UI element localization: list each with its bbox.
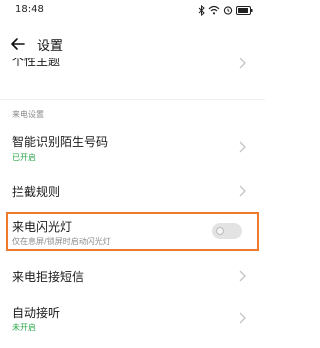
list-item-title: 个性主题 [12, 58, 61, 68]
list-item-title: 来电拒接短信 [12, 270, 85, 284]
list-item-title: 智能识别陌生号码 [12, 135, 109, 149]
list-item-personal-theme[interactable]: 个性主题 [0, 58, 265, 74]
header: 设置 [0, 30, 265, 58]
wifi-icon [208, 5, 220, 15]
status-bar: 18:48 [0, 0, 265, 20]
list-item-title: 自动接听 [12, 306, 61, 320]
alarm-icon [223, 6, 233, 15]
status-time: 18:48 [15, 4, 44, 15]
toggle-knob [216, 227, 224, 235]
list-item-smart-identify[interactable]: 智能识别陌生号码 已开启 [0, 128, 265, 168]
section-divider [0, 99, 265, 100]
list-item-status: 未开启 [12, 323, 36, 332]
chevron-right-icon [239, 270, 246, 282]
list-item-description: 仅在息屏/锁屏时启动闪光灯 [12, 237, 111, 246]
section-label-call-settings: 来电设置 [12, 110, 44, 119]
chevron-right-icon [239, 312, 246, 324]
chevron-right-icon [239, 58, 246, 69]
chevron-right-icon [239, 141, 246, 153]
back-arrow-icon[interactable] [10, 36, 26, 52]
list-item-status: 已开启 [12, 153, 36, 162]
list-item-reject-sms[interactable]: 来电拒接短信 [0, 260, 265, 292]
list-item-block-rules[interactable]: 拦截规则 [0, 175, 265, 207]
status-icons [198, 4, 253, 16]
list-item-auto-answer[interactable]: 自动接听 未开启 [0, 300, 265, 344]
page-title: 设置 [37, 39, 64, 54]
call-flash-toggle[interactable] [212, 223, 242, 239]
chevron-right-icon [239, 185, 246, 197]
bluetooth-icon [198, 4, 205, 16]
list-item-title: 来电闪光灯 [12, 220, 73, 234]
list-item-title: 拦截规则 [12, 185, 61, 199]
settings-screen: 18:48 设置 个性主题 来电设置 智能识别陌生号码 已开启 拦截规则 来电闪… [0, 0, 265, 348]
battery-icon [236, 5, 253, 15]
